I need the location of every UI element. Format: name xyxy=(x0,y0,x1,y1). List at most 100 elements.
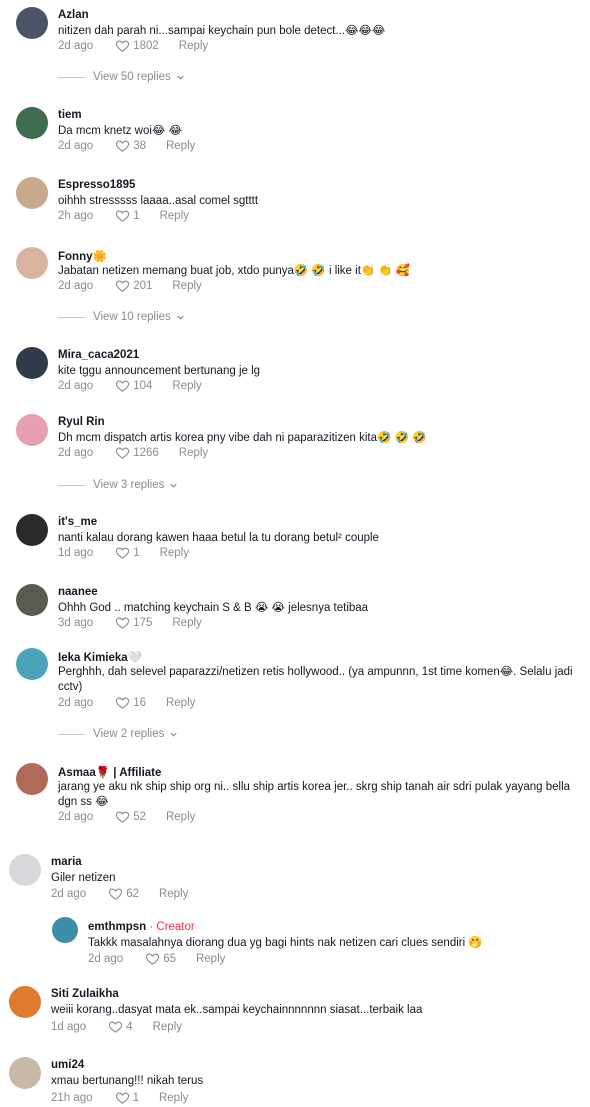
comment-author[interactable]: emthmpsn · Creator xyxy=(88,921,195,933)
comment-author[interactable]: Fonny🌼 xyxy=(58,249,107,263)
view-replies-button[interactable]: View 3 replies xyxy=(58,479,178,491)
avatar[interactable] xyxy=(16,177,48,209)
like-button[interactable]: 38 xyxy=(115,139,146,152)
comment-time: 21h ago xyxy=(51,1091,93,1104)
heart-icon xyxy=(109,1021,123,1033)
heart-icon xyxy=(115,1092,129,1104)
comment-time: 1d ago xyxy=(58,546,94,559)
reply-button[interactable]: Reply xyxy=(196,953,225,965)
comment-author[interactable]: Ryul Rin xyxy=(58,416,105,428)
comment-text: nitizen dah parah ni...sampai keychain p… xyxy=(58,25,386,37)
comment-author[interactable]: Azlan xyxy=(58,9,89,21)
view-replies-button[interactable]: View 10 replies xyxy=(58,311,185,323)
comment-author[interactable]: Ieka Kimieka🤍 xyxy=(58,650,142,664)
divider xyxy=(58,484,85,486)
comment-text: Jabatan netizen memang buat job, xtdo pu… xyxy=(58,265,411,277)
divider xyxy=(58,316,85,318)
view-replies-button[interactable]: View 2 replies xyxy=(58,728,178,740)
avatar[interactable] xyxy=(16,107,48,139)
chevron-down-icon xyxy=(170,732,178,737)
reply-button[interactable]: Reply xyxy=(172,617,201,629)
avatar[interactable] xyxy=(9,854,41,886)
comment-text: weiii korang..dasyat mata ek..sampai key… xyxy=(51,1004,423,1016)
comment-author[interactable]: it's_me xyxy=(58,516,97,528)
avatar[interactable] xyxy=(16,514,48,546)
like-button[interactable]: 1 xyxy=(115,1091,139,1104)
like-button[interactable]: 4 xyxy=(108,1020,133,1033)
like-button[interactable]: 52 xyxy=(115,810,146,823)
view-replies-label: View 10 replies xyxy=(93,311,171,323)
like-button[interactable]: 1 xyxy=(115,546,140,559)
comment-time: 2h ago xyxy=(58,209,94,222)
comment-text: Takkk masalahnya diorang dua yg bagi hin… xyxy=(88,937,483,949)
like-button[interactable]: 16 xyxy=(115,696,146,709)
like-count: 62 xyxy=(126,887,139,900)
reply-button[interactable]: Reply xyxy=(166,140,195,152)
like-button[interactable]: 1266 xyxy=(115,446,159,459)
like-count: 1 xyxy=(133,209,140,222)
comment-author[interactable]: Asmaa🌹 | Affiliate xyxy=(58,765,161,779)
view-replies-button[interactable]: View 50 replies xyxy=(58,71,185,83)
heart-icon xyxy=(116,280,130,292)
comment-time: 2d ago xyxy=(58,379,94,392)
like-button[interactable]: 201 xyxy=(115,279,152,292)
avatar[interactable] xyxy=(16,584,48,616)
avatar[interactable] xyxy=(9,986,41,1018)
heart-icon xyxy=(116,811,130,823)
comment-meta: 2d ago 1802 Reply xyxy=(58,39,208,52)
comment-meta: 1d ago 4 Reply xyxy=(51,1020,182,1033)
comment-meta: 2d ago 62 Reply xyxy=(51,887,188,900)
like-count: 104 xyxy=(133,379,153,392)
comment-author[interactable]: Mira_caca2021 xyxy=(58,349,139,361)
reply-button[interactable]: Reply xyxy=(160,210,189,222)
like-button[interactable]: 175 xyxy=(115,616,152,629)
comment-author[interactable]: umi24 xyxy=(51,1059,84,1071)
comment-text: Dh mcm dispatch artis korea pny vibe dah… xyxy=(58,432,427,444)
avatar[interactable] xyxy=(16,414,48,446)
reply-button[interactable]: Reply xyxy=(153,1021,182,1033)
heart-icon xyxy=(116,697,130,709)
comment-author[interactable]: naanee xyxy=(58,586,98,598)
avatar[interactable] xyxy=(52,917,78,943)
comment-author[interactable]: Espresso1895 xyxy=(58,179,135,191)
heart-icon xyxy=(116,447,130,459)
reply-button[interactable]: Reply xyxy=(159,888,188,900)
reply-button[interactable]: Reply xyxy=(166,697,195,709)
comment-author[interactable]: maria xyxy=(51,856,82,868)
comment-time: 2d ago xyxy=(58,279,94,292)
chevron-down-icon xyxy=(177,315,184,320)
comment-author[interactable]: tiem xyxy=(58,109,82,121)
comment-meta: 2d ago 201 Reply xyxy=(58,279,202,292)
comment-author[interactable]: Siti Zulaikha xyxy=(51,988,119,1000)
comment-meta: 2d ago 16 Reply xyxy=(58,696,195,709)
like-count: 52 xyxy=(133,810,146,823)
avatar[interactable] xyxy=(16,347,48,379)
reply-button[interactable]: Reply xyxy=(160,547,189,559)
like-count: 1 xyxy=(132,1091,139,1104)
like-button[interactable]: 1 xyxy=(115,209,140,222)
reply-button[interactable]: Reply xyxy=(179,447,208,459)
like-button[interactable]: 104 xyxy=(115,379,152,392)
avatar[interactable] xyxy=(9,1057,41,1089)
like-count: 1 xyxy=(133,546,140,559)
reply-button[interactable]: Reply xyxy=(166,811,195,823)
heart-icon xyxy=(116,140,130,152)
reply-button[interactable]: Reply xyxy=(172,380,201,392)
reply-button[interactable]: Reply xyxy=(159,1092,188,1104)
like-count: 175 xyxy=(133,616,153,629)
reply-button[interactable]: Reply xyxy=(172,280,201,292)
reply-button[interactable]: Reply xyxy=(179,40,208,52)
author-name: emthmpsn xyxy=(88,921,147,933)
comment-meta: 1d ago 1 Reply xyxy=(58,546,189,559)
like-count: 65 xyxy=(163,952,176,965)
comment-time: 2d ago xyxy=(58,139,94,152)
heart-icon xyxy=(146,953,160,965)
like-button[interactable]: 65 xyxy=(145,952,176,965)
like-button[interactable]: 62 xyxy=(108,887,139,900)
like-button[interactable]: 1802 xyxy=(115,39,159,52)
avatar[interactable] xyxy=(16,648,48,680)
avatar[interactable] xyxy=(16,763,48,795)
comment-meta: 2h ago 1 Reply xyxy=(58,209,189,222)
avatar[interactable] xyxy=(16,247,48,279)
avatar[interactable] xyxy=(16,7,48,39)
